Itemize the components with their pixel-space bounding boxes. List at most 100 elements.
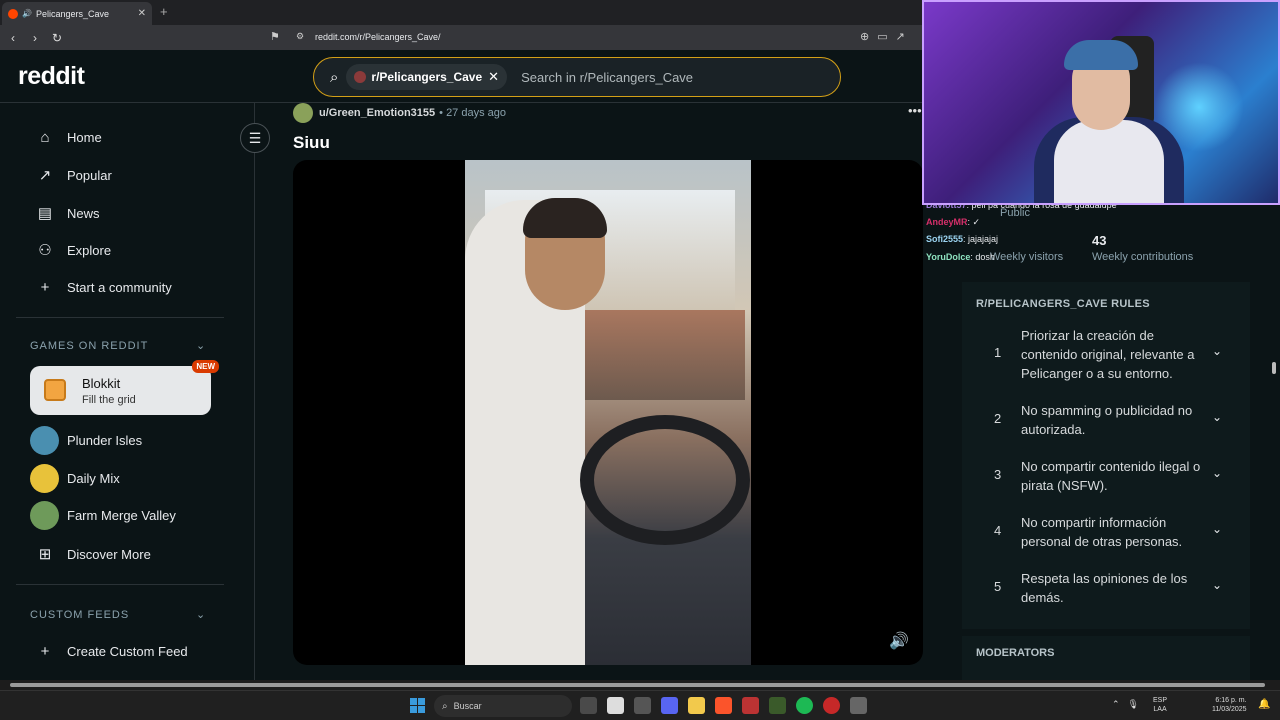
zoom-icon[interactable]: ⊕ xyxy=(860,30,869,43)
rule-number: 3 xyxy=(994,467,1002,482)
horizontal-scrollbar[interactable] xyxy=(0,680,1280,690)
notification-icon[interactable]: 🔔 xyxy=(1258,699,1270,710)
video-player[interactable]: 🔊 xyxy=(293,160,923,665)
cast-icon[interactable]: ▭ xyxy=(877,30,887,43)
scroll-thumb[interactable] xyxy=(10,683,1265,687)
app-icon[interactable] xyxy=(850,697,867,714)
nav-home[interactable]: ⌂ Home xyxy=(34,129,101,146)
chevron-up-icon[interactable]: ⌃ xyxy=(1112,699,1120,710)
nav-label: News xyxy=(67,205,100,221)
chevron-down-icon[interactable]: ⌄ xyxy=(1212,578,1222,592)
nav-explore[interactable]: ⚇ Explore xyxy=(34,241,111,259)
taskbar-search[interactable]: ⌕ Buscar xyxy=(434,695,572,717)
chat-username: AndeyMR xyxy=(926,217,968,227)
remove-chip-icon[interactable]: ✕ xyxy=(488,69,499,85)
spotify-icon[interactable] xyxy=(796,697,813,714)
app-icon[interactable] xyxy=(823,697,840,714)
obs-icon[interactable] xyxy=(634,697,651,714)
clock[interactable]: 6:16 p. m. 11/03/2025 xyxy=(1212,696,1247,714)
game-label: Daily Mix xyxy=(67,471,120,486)
plus-icon: + xyxy=(40,279,50,296)
browser-tab[interactable]: 🔊 Pelicangers_Cave ✕ xyxy=(2,2,152,25)
microphone-icon[interactable]: 🎙 xyxy=(1128,699,1139,710)
post-title[interactable]: Siuu xyxy=(293,133,330,153)
taskbar-search-label: Buscar xyxy=(453,701,482,711)
search-icon: ⌕ xyxy=(330,68,339,86)
more-options-icon[interactable]: ••• xyxy=(908,103,922,118)
discord-icon[interactable] xyxy=(661,697,678,714)
chevron-down-icon[interactable]: ⌄ xyxy=(196,608,205,621)
rule-text: Priorizar la creación de contenido origi… xyxy=(1021,328,1195,381)
language-indicator[interactable]: ESP LAA xyxy=(1153,696,1167,714)
chat-message: AndeyMR: ✓ xyxy=(926,217,980,228)
game-label: Farm Merge Valley xyxy=(67,508,176,523)
nav-label: Explore xyxy=(67,242,112,258)
game-plunder-isles[interactable]: Plunder Isles xyxy=(30,426,142,455)
plus-icon: + xyxy=(40,643,50,660)
rules-card: R/PELICANGERS_CAVE RULES 1 Priorizar la … xyxy=(962,282,1250,629)
share-icon[interactable]: ↗ xyxy=(896,30,905,43)
chat-message: YoruDolce: dosh xyxy=(926,252,995,262)
search-input[interactable]: Search in r/Pelicangers_Cave xyxy=(521,70,693,85)
close-tab-icon[interactable]: ✕ xyxy=(138,8,146,19)
user-avatar[interactable] xyxy=(293,103,313,123)
game-farm-merge-valley[interactable]: Farm Merge Valley xyxy=(30,501,176,530)
game-label: Discover More xyxy=(67,546,151,562)
chat-message: Sofi2555: jajajajaj xyxy=(926,234,998,244)
blokkit-game-card[interactable]: Blokkit Fill the grid NEW xyxy=(30,360,219,415)
daily-mix-icon xyxy=(30,464,59,493)
post-meta: u/Green_Emotion3155 • 27 days ago xyxy=(293,103,506,123)
collapse-sidebar-button[interactable]: ☰ xyxy=(240,123,270,153)
bookmark-icon[interactable]: ⚑ xyxy=(270,30,280,43)
chevron-down-icon[interactable]: ⌄ xyxy=(1212,344,1222,358)
url-field[interactable]: reddit.com/r/Pelicangers_Cave/ xyxy=(315,32,441,42)
site-settings-icon[interactable]: ⚙ xyxy=(296,31,304,42)
custom-feeds-title[interactable]: CUSTOM FEEDS xyxy=(30,609,129,621)
chevron-down-icon[interactable]: ⌄ xyxy=(1212,410,1222,424)
community-chip[interactable]: r/Pelicangers_Cave ✕ xyxy=(346,64,508,90)
discover-more[interactable]: ⊞ Discover More xyxy=(34,545,151,563)
file-explorer-icon[interactable] xyxy=(688,697,705,714)
search-icon: ⌕ xyxy=(442,700,448,712)
new-tab-icon[interactable]: + xyxy=(160,4,168,19)
chat-username: Sofi2555 xyxy=(926,234,964,244)
chevron-down-icon[interactable]: ⌄ xyxy=(1212,466,1222,480)
game-daily-mix[interactable]: Daily Mix xyxy=(30,464,120,493)
chevron-down-icon[interactable]: ⌄ xyxy=(196,339,205,352)
streamer-cap xyxy=(1064,40,1138,70)
moderators-card: MODERATORS xyxy=(962,636,1250,680)
visitors-label: Weekly visitors xyxy=(990,251,1064,263)
windows-taskbar: ⌕ Buscar ⌃ 🎙 ESP LAA 6:16 p. m. 11/03/20… xyxy=(0,690,1280,720)
games-section-title[interactable]: GAMES ON REDDIT xyxy=(30,340,148,352)
post-author[interactable]: u/Green_Emotion3155 xyxy=(319,107,435,119)
app-icon[interactable] xyxy=(769,697,786,714)
home-icon: ⌂ xyxy=(40,129,50,146)
app-icon[interactable] xyxy=(742,697,759,714)
explore-icon: ⚇ xyxy=(38,242,52,259)
vertical-scrollbar[interactable] xyxy=(1272,362,1276,374)
rule-text: No spamming o publicidad no autorizada. xyxy=(1021,403,1193,437)
reddit-logo[interactable]: reddit xyxy=(18,62,85,91)
rules-title: R/PELICANGERS_CAVE RULES xyxy=(976,298,1150,310)
nav-news[interactable]: ▤ News xyxy=(34,204,100,222)
search-bar[interactable]: ⌕ r/Pelicangers_Cave ✕ Search in r/Pelic… xyxy=(313,57,841,97)
chevron-down-icon[interactable]: ⌄ xyxy=(1212,522,1222,536)
chat-text: : ✓ xyxy=(967,217,981,227)
nav-start-community[interactable]: + Start a community xyxy=(34,279,172,296)
task-view-icon[interactable] xyxy=(580,697,597,714)
clock-time: 6:16 p. m. xyxy=(1215,697,1247,704)
brave-icon[interactable] xyxy=(715,697,732,714)
reddit-favicon-icon xyxy=(8,8,18,19)
notion-icon[interactable] xyxy=(607,697,624,714)
create-custom-feed[interactable]: + Create Custom Feed xyxy=(34,643,188,660)
blokkit-title: Blokkit xyxy=(82,376,121,391)
back-icon[interactable]: ‹ xyxy=(4,31,22,45)
video-frame xyxy=(465,160,751,665)
volume-icon[interactable]: 🔊 xyxy=(889,631,909,651)
blokkit-subtitle: Fill the grid xyxy=(82,394,136,406)
reload-icon[interactable]: ↻ xyxy=(48,31,66,45)
forward-icon[interactable]: › xyxy=(26,31,44,45)
windows-start-icon[interactable] xyxy=(410,698,425,713)
nav-popular[interactable]: ↗ Popular xyxy=(34,166,112,184)
audio-icon: 🔊 xyxy=(22,9,32,18)
